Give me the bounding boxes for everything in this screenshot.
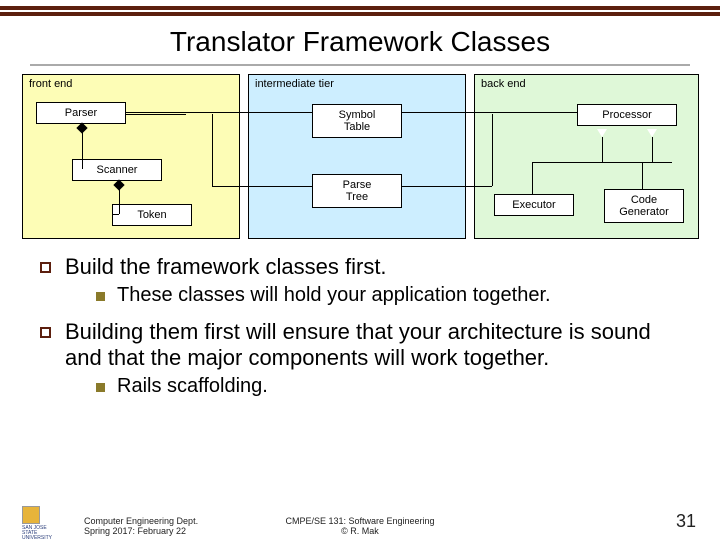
framework-diagram: front end intermediate tier back end Par… [22, 74, 698, 244]
connector-line [112, 214, 119, 215]
connector-line [82, 132, 83, 169]
connector-line [602, 137, 603, 162]
triangle-icon [597, 129, 607, 137]
region-label-front: front end [29, 78, 72, 90]
bullet-item: Building them first will ensure that you… [30, 319, 690, 371]
footer-center: CMPE/SE 131: Software Engineering © R. M… [0, 516, 720, 536]
connector-line [212, 114, 213, 186]
class-scanner: Scanner [72, 159, 162, 181]
top-accent-bar [0, 6, 720, 16]
bullet-item: Build the framework classes first. [30, 254, 690, 280]
connector-line [119, 189, 120, 214]
connector-line [652, 137, 653, 162]
footer-author: © R. Mak [0, 526, 720, 536]
connector-line [126, 114, 186, 115]
class-processor: Processor [577, 104, 677, 126]
sub-bullet-item: Rails scaffolding. [96, 375, 690, 398]
title-underline [30, 64, 690, 66]
bullet-text: Build the framework classes first. [65, 254, 387, 280]
square-bullet-icon [40, 327, 51, 338]
connector-line [532, 162, 533, 194]
square-bullet-icon [96, 383, 105, 392]
bullet-text: Rails scaffolding. [117, 375, 268, 398]
bullet-text: Building them first will ensure that you… [65, 319, 690, 371]
connector-line [492, 114, 493, 186]
triangle-icon [647, 129, 657, 137]
connector-line [126, 112, 312, 113]
footer-course: CMPE/SE 131: Software Engineering [0, 516, 720, 526]
region-intermediate: intermediate tier [248, 74, 466, 239]
square-bullet-icon [96, 292, 105, 301]
slide-title: Translator Framework Classes [0, 26, 720, 58]
sub-bullet-item: These classes will hold your application… [96, 284, 690, 307]
class-code-generator: CodeGenerator [604, 189, 684, 223]
page-number: 31 [676, 511, 696, 532]
region-label-back: back end [481, 78, 526, 90]
connector-line [402, 112, 577, 113]
bullet-list: Build the framework classes first. These… [30, 254, 690, 398]
class-parser: Parser [36, 102, 126, 124]
class-executor: Executor [494, 194, 574, 216]
bullet-text: These classes will hold your application… [117, 284, 551, 307]
connector-line [212, 186, 312, 187]
class-parse-tree: ParseTree [312, 174, 402, 208]
connector-line [642, 162, 643, 189]
class-symbol-table: SymbolTable [312, 104, 402, 138]
connector-line [402, 186, 492, 187]
class-token: Token [112, 204, 192, 226]
connector-line [532, 162, 672, 163]
square-bullet-icon [40, 262, 51, 273]
region-label-mid: intermediate tier [255, 78, 334, 90]
